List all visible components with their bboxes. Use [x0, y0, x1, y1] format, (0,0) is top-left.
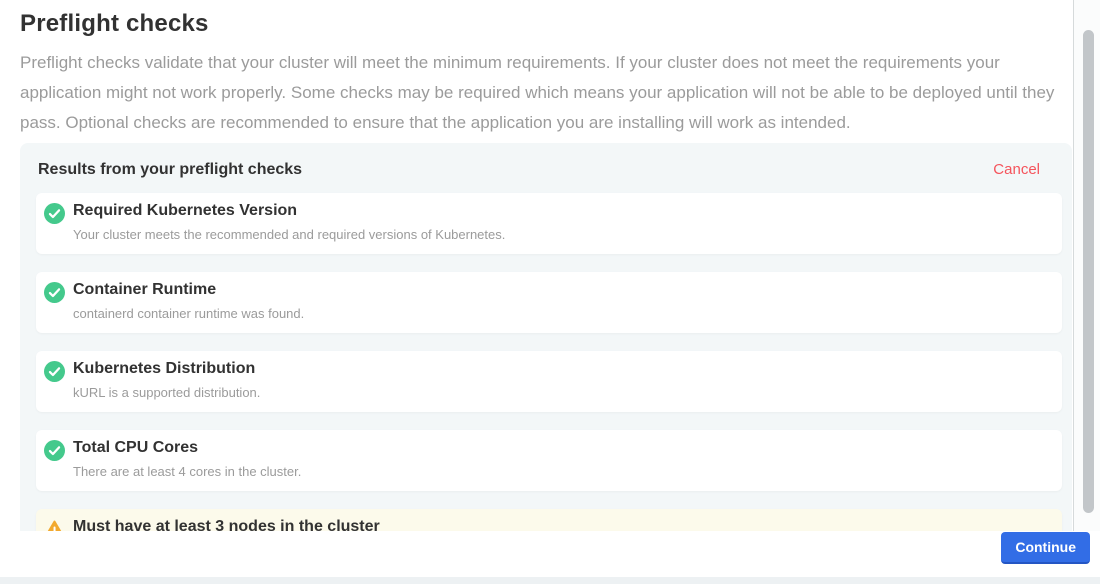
check-item: Kubernetes Distribution kURL is a suppor… [36, 351, 1062, 412]
page-description: Preflight checks validate that your clus… [20, 48, 1065, 138]
check-item: Must have at least 3 nodes in the cluste… [36, 509, 1062, 531]
preflight-results-card: Results from your preflight checks Cance… [20, 143, 1072, 531]
check-text: Must have at least 3 nodes in the cluste… [73, 518, 1050, 531]
warning-triangle-icon [44, 519, 65, 531]
page-footer: Continue [0, 531, 1100, 577]
success-check-icon [44, 361, 65, 382]
check-title: Must have at least 3 nodes in the cluste… [73, 518, 1050, 531]
check-item: Container Runtime containerd container r… [36, 272, 1062, 333]
check-text: Kubernetes Distribution kURL is a suppor… [73, 360, 1050, 400]
check-item: Required Kubernetes Version Your cluster… [36, 193, 1062, 254]
results-header: Results from your preflight checks Cance… [38, 161, 1060, 179]
check-description: There are at least 4 cores in the cluste… [73, 464, 1050, 479]
check-title: Container Runtime [73, 281, 1050, 299]
page-header: Preflight checks Preflight checks valida… [20, 10, 1065, 138]
page-title: Preflight checks [20, 10, 1065, 38]
bottom-strip [0, 577, 1100, 584]
continue-button[interactable]: Continue [1001, 532, 1090, 564]
cancel-button[interactable]: Cancel [993, 161, 1040, 178]
check-description: containerd container runtime was found. [73, 306, 1050, 321]
check-text: Total CPU Cores There are at least 4 cor… [73, 439, 1050, 479]
check-description: kURL is a supported distribution. [73, 385, 1050, 400]
success-check-icon [44, 203, 65, 224]
results-heading: Results from your preflight checks [38, 161, 302, 179]
check-title: Kubernetes Distribution [73, 360, 1050, 378]
success-check-icon [44, 440, 65, 461]
scrollbar-thumb[interactable] [1083, 30, 1094, 513]
check-description: Your cluster meets the recommended and r… [73, 227, 1050, 242]
check-text: Required Kubernetes Version Your cluster… [73, 202, 1050, 242]
check-item: Total CPU Cores There are at least 4 cor… [36, 430, 1062, 491]
check-text: Container Runtime containerd container r… [73, 281, 1050, 321]
check-title: Required Kubernetes Version [73, 202, 1050, 220]
success-check-icon [44, 282, 65, 303]
check-title: Total CPU Cores [73, 439, 1050, 457]
